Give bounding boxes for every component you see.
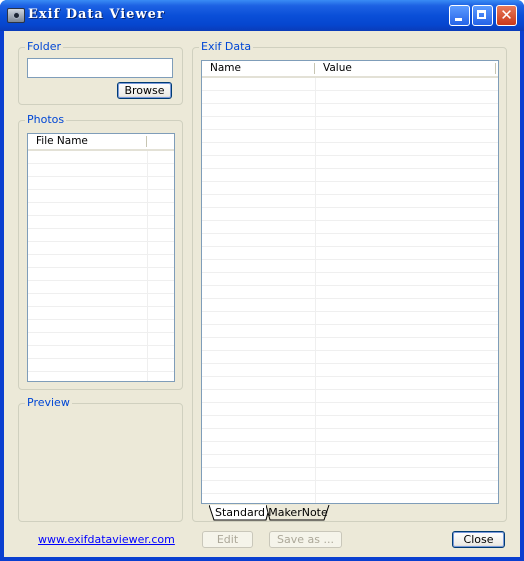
tab-standard[interactable]: Standard (209, 505, 271, 521)
close-window-button[interactable]: ✕ (496, 5, 517, 26)
camera-app-icon[interactable] (7, 8, 25, 23)
tab-standard-label: Standard (214, 506, 266, 519)
exif-tabs: Standard MakerNote (209, 505, 349, 521)
tab-makernote[interactable]: MakerNote (266, 505, 330, 521)
close-button[interactable]: Close (452, 531, 505, 548)
minimize-button[interactable] (449, 5, 470, 26)
photos-column-line (147, 151, 148, 381)
photos-group-title: Photos (25, 113, 67, 127)
photos-list-header: File Name (28, 134, 174, 151)
folder-path-input[interactable] (27, 58, 173, 78)
column-header-value[interactable]: Value (315, 61, 485, 76)
column-separator[interactable] (146, 136, 147, 147)
column-header-name[interactable]: Name (202, 61, 314, 76)
photos-list[interactable]: File Name (27, 133, 175, 382)
column-header-file-name[interactable]: File Name (28, 134, 146, 149)
exif-data-group-title: Exif Data (199, 40, 254, 54)
exif-data-list[interactable]: Name Value (201, 60, 499, 504)
preview-group-title: Preview (25, 396, 72, 410)
folder-group: Folder Browse (18, 40, 183, 105)
exif-data-group: Exif Data Name Value Standard MakerNote (192, 40, 507, 522)
maximize-icon (477, 10, 486, 19)
folder-group-title: Folder (25, 40, 63, 54)
browse-button[interactable]: Browse (117, 82, 172, 99)
app-window: Exif Data Viewer ✕ Folder Browse Photos … (0, 0, 524, 561)
photos-group: Photos File Name (18, 113, 183, 390)
website-link[interactable]: www.exifdataviewer.com (38, 533, 175, 546)
tab-makernote-label: MakerNote (268, 506, 328, 519)
save-as-button[interactable]: Save as ... (269, 531, 342, 548)
photos-list-rows (28, 151, 174, 381)
close-icon: ✕ (500, 6, 513, 24)
client-area: Folder Browse Photos File Name Preview E… (4, 31, 520, 557)
column-separator[interactable] (495, 63, 496, 74)
minimize-icon (455, 18, 462, 21)
exif-column-line (315, 78, 316, 503)
maximize-button[interactable] (472, 5, 493, 26)
window-title: Exif Data Viewer (28, 7, 165, 22)
exif-list-rows (202, 78, 498, 503)
exif-list-header: Name Value (202, 61, 498, 78)
preview-group: Preview (18, 396, 183, 522)
edit-button[interactable]: Edit (202, 531, 253, 548)
title-bar[interactable]: Exif Data Viewer ✕ (0, 0, 524, 31)
